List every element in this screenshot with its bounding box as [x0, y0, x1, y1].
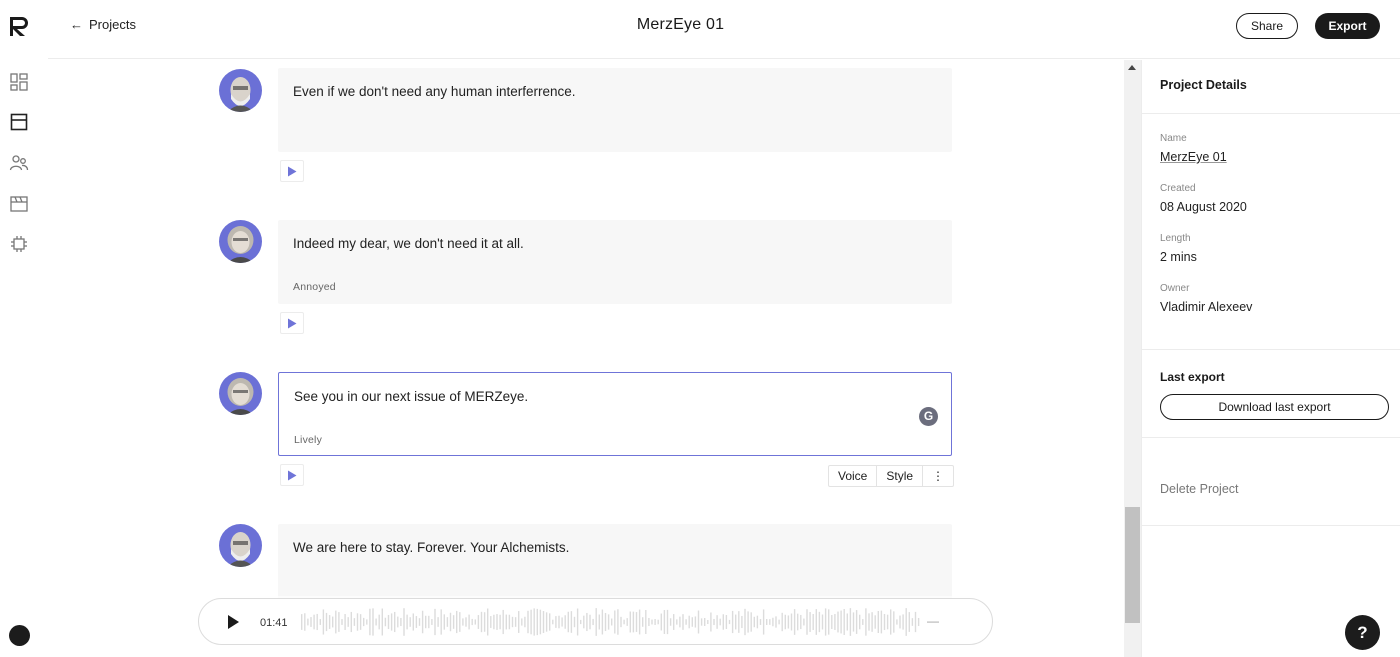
created-label: Created [1160, 183, 1196, 194]
old-man-portrait-icon [227, 532, 254, 567]
delete-project-link[interactable]: Delete Project [1160, 482, 1239, 496]
play-icon [288, 166, 297, 176]
left-rail [0, 0, 48, 657]
line-toolbar: Voice Style ⋮ [828, 465, 955, 487]
script-editor[interactable]: Even if we don't need any human interfer… [48, 60, 1124, 657]
play-icon [288, 318, 297, 328]
share-button[interactable]: Share [1236, 13, 1298, 39]
message-style-tag: Lively [294, 434, 323, 446]
message-text[interactable]: Even if we don't need any human interfer… [293, 84, 576, 99]
divider [1142, 437, 1400, 438]
play-line-button[interactable] [280, 312, 304, 334]
message-text[interactable]: We are here to stay. Forever. Your Alche… [293, 540, 569, 555]
old-woman-portrait-icon [227, 226, 254, 263]
layout-icon[interactable] [9, 112, 29, 132]
play-icon [288, 470, 297, 480]
old-man-portrait-icon [227, 77, 254, 112]
app-root: ← Projects MerzEye 01 Share Export Even … [0, 0, 1400, 657]
users-icon[interactable] [9, 153, 29, 173]
chip-icon[interactable] [9, 234, 29, 254]
page-title: MerzEye 01 [636, 16, 725, 33]
voice-button[interactable]: Voice [829, 466, 878, 486]
project-details-panel: Project Details Name MerzEye 01 Created … [1141, 60, 1400, 657]
owner-value: Vladimir Alexeev [1160, 300, 1253, 314]
message-bubble[interactable]: Even if we don't need any human interfer… [278, 68, 952, 152]
help-button[interactable]: ? [1345, 615, 1380, 650]
divider [1142, 113, 1400, 114]
download-last-export-button[interactable]: Download last export [1160, 394, 1389, 420]
name-label: Name [1160, 133, 1187, 144]
play-icon[interactable] [225, 614, 241, 630]
message-style-tag: Annoyed [293, 281, 336, 293]
name-value[interactable]: MerzEye 01 [1160, 150, 1227, 164]
style-button[interactable]: Style [877, 466, 924, 486]
divider [1142, 349, 1400, 350]
dashboard-icon[interactable] [9, 72, 29, 92]
audio-player: 01:41 [198, 598, 993, 645]
speaker-avatar[interactable] [219, 524, 262, 567]
length-value: 2 mins [1160, 250, 1197, 264]
message-text[interactable]: See you in our next issue of MERZeye. [294, 389, 528, 404]
message-text[interactable]: Indeed my dear, we don't need it at all. [293, 236, 524, 251]
user-avatar[interactable] [9, 625, 30, 646]
length-label: Length [1160, 233, 1191, 244]
divider [1142, 525, 1400, 526]
logo-icon[interactable] [8, 14, 32, 38]
play-line-button[interactable] [280, 160, 304, 182]
scrollbar[interactable] [1124, 60, 1141, 657]
old-woman-portrait-icon [227, 378, 254, 415]
speaker-avatar[interactable] [219, 220, 262, 263]
scrollbar-thumb[interactable] [1125, 507, 1140, 623]
waveform[interactable] [299, 605, 979, 639]
play-line-button[interactable] [280, 464, 304, 486]
clapperboard-icon[interactable] [9, 194, 29, 214]
player-time: 01:41 [260, 617, 288, 629]
created-value: 08 August 2020 [1160, 200, 1247, 214]
top-header: ← Projects MerzEye 01 Share Export [48, 0, 1400, 59]
scroll-up-arrow-icon[interactable] [1128, 65, 1136, 70]
panel-title: Project Details [1160, 78, 1247, 92]
message-bubble[interactable]: Indeed my dear, we don't need it at all.… [278, 220, 952, 304]
last-export-label: Last export [1160, 370, 1225, 384]
speaker-avatar[interactable] [219, 372, 262, 415]
speaker-avatar[interactable] [219, 69, 262, 112]
export-button[interactable]: Export [1315, 13, 1380, 39]
owner-label: Owner [1160, 283, 1190, 294]
more-options-icon[interactable]: ⋮ [923, 466, 953, 486]
message-bubble-active[interactable]: See you in our next issue of MERZeye. Li… [278, 372, 952, 456]
grammarly-icon[interactable]: G [919, 407, 938, 426]
